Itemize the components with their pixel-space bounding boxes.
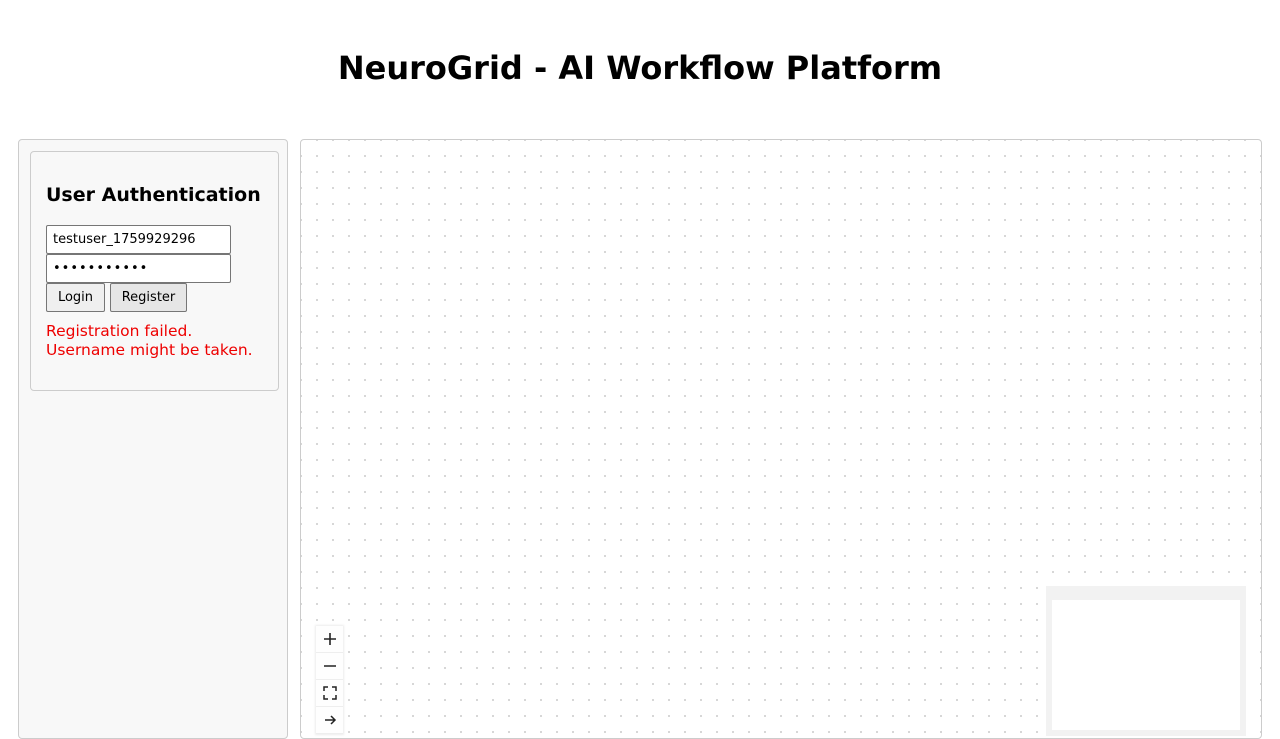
auth-panel: User Authentication Login Register Regis… [30, 151, 279, 391]
register-button[interactable]: Register [110, 283, 187, 312]
error-message-line: Registration failed. [46, 322, 193, 340]
sidebar: User Authentication Login Register Regis… [18, 139, 288, 739]
page-title: NeuroGrid - AI Workflow Platform [337, 49, 943, 87]
username-input[interactable] [46, 225, 231, 254]
minimap-viewport [1052, 600, 1240, 730]
login-button[interactable]: Login [46, 283, 105, 312]
arrow-icon [324, 715, 336, 725]
plus-icon [323, 633, 336, 645]
fit-view-button[interactable] [316, 680, 343, 707]
error-message: Registration failed. Username might be t… [46, 322, 276, 360]
password-input[interactable] [46, 254, 231, 283]
minus-icon [323, 665, 336, 667]
canvas-controls [316, 626, 343, 734]
workflow-canvas[interactable] [300, 139, 1262, 739]
zoom-out-button[interactable] [316, 653, 343, 680]
zoom-in-button[interactable] [316, 626, 343, 653]
auth-heading: User Authentication [46, 184, 261, 206]
error-message-line: Username might be taken. [46, 341, 253, 359]
minimap[interactable] [1046, 586, 1246, 736]
fit-view-icon [322, 686, 337, 700]
interactivity-toggle-button[interactable] [316, 707, 343, 734]
